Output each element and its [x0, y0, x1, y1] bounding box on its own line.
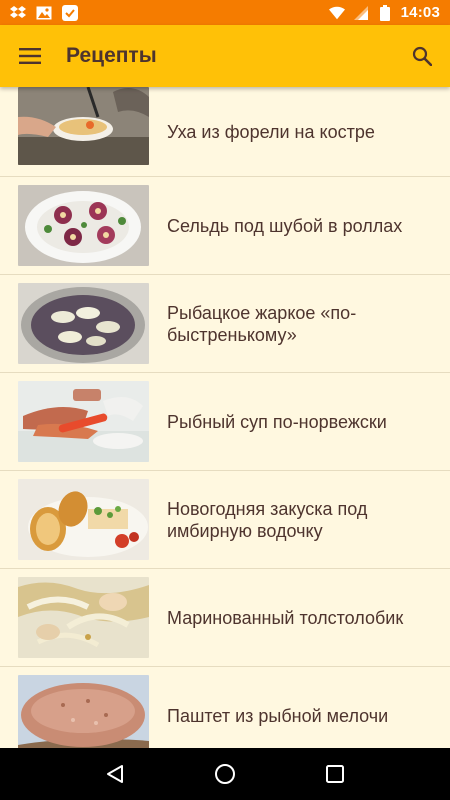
status-left-icons — [10, 4, 78, 21]
signal-icon — [353, 5, 369, 21]
recents-button[interactable] — [310, 748, 360, 800]
search-button[interactable] — [394, 25, 450, 87]
recipe-item[interactable]: Маринованный толстолобик — [0, 569, 450, 667]
recipe-title: Паштет из рыбной мелочи — [167, 705, 389, 726]
recipe-thumbnail — [18, 185, 149, 266]
recipe-thumbnail — [18, 577, 149, 658]
page-title: Рецепты — [66, 44, 157, 67]
wifi-icon — [328, 5, 345, 21]
recipe-title: Рыбацкое жаркое «по-быстренькому» — [167, 302, 357, 345]
search-icon — [412, 46, 432, 66]
dropbox-icon — [10, 5, 26, 21]
recipe-title: Сельдь под шубой в роллах — [167, 215, 403, 236]
app-bar: Рецепты — [0, 25, 450, 87]
battery-icon — [377, 4, 393, 21]
recipe-thumbnail — [18, 675, 149, 748]
recipe-title: Рыбный суп по-норвежски — [167, 411, 387, 432]
recipe-item[interactable]: Рыбный суп по-норвежски — [0, 373, 450, 471]
recipe-title: Уха из форели на костре — [167, 121, 375, 142]
menu-button[interactable] — [0, 25, 60, 87]
recipe-item[interactable]: Уха из форели на костре — [0, 87, 450, 177]
menu-icon — [19, 48, 41, 64]
navigation-bar — [0, 748, 450, 800]
check-icon — [62, 4, 78, 21]
recipe-item[interactable]: Паштет из рыбной мелочи — [0, 667, 450, 748]
recipe-thumbnail — [18, 87, 149, 165]
status-bar: 14:03 — [0, 0, 450, 25]
back-icon — [107, 765, 123, 783]
recipe-list: Уха из форели на костре Сельдь под шубой… — [0, 87, 450, 748]
recipe-item[interactable]: Сельдь под шубой в роллах — [0, 177, 450, 275]
home-button[interactable] — [200, 748, 250, 800]
recipe-title: Новогодняя закуска под имбирную водочку — [167, 498, 368, 541]
image-icon — [36, 5, 52, 21]
recipe-item[interactable]: Рыбацкое жаркое «по-быстренькому» — [0, 275, 450, 373]
status-right-icons: 14:03 — [328, 4, 440, 21]
status-time: 14:03 — [400, 4, 440, 21]
recipe-thumbnail — [18, 381, 149, 462]
recipe-thumbnail — [18, 479, 149, 560]
recents-icon — [326, 765, 344, 783]
recipe-item[interactable]: Новогодняя закуска под имбирную водочку — [0, 471, 450, 569]
home-icon — [215, 764, 235, 784]
back-button[interactable] — [90, 748, 140, 800]
recipe-thumbnail — [18, 283, 149, 364]
recipe-title: Маринованный толстолобик — [167, 607, 404, 628]
